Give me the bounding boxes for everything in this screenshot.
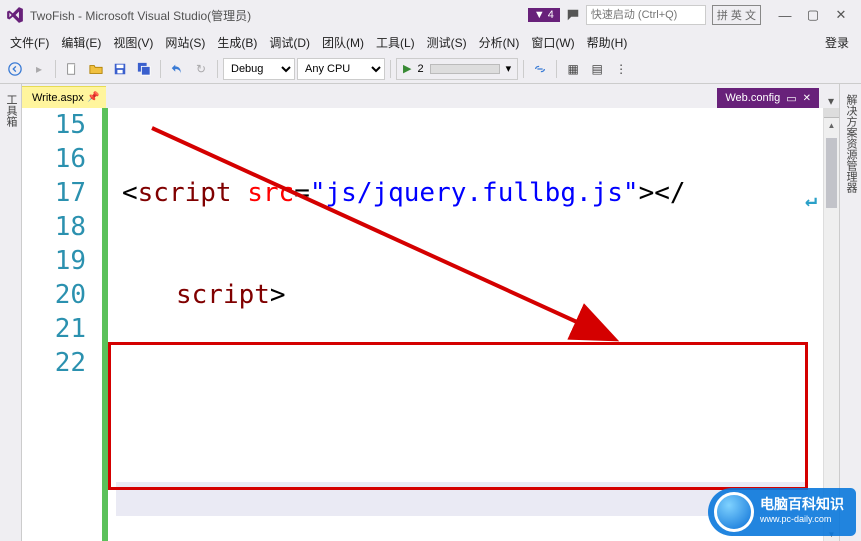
titlebar: TwoFish - Microsoft Visual Studio(管理员) ▼… — [0, 0, 861, 30]
menu-tools[interactable]: 工具(L) — [370, 31, 421, 54]
scroll-thumb[interactable] — [826, 138, 837, 208]
wrap-icon: ↵ — [805, 182, 817, 216]
workspace: 工具箱 Write.aspx 📌 Web.config ▭ ✕ ▾ 15 16 … — [0, 84, 861, 541]
quick-launch-input[interactable] — [586, 5, 706, 25]
solution-explorer-tab[interactable]: 解决方案资源管理器 — [841, 90, 861, 541]
menu-test[interactable]: 测试(S) — [421, 31, 473, 54]
notification-badge[interactable]: ▼4 — [528, 8, 560, 22]
close-button[interactable]: ✕ — [827, 4, 855, 26]
close-tab-icon[interactable]: ✕ — [803, 93, 811, 104]
watermark-title: 电脑百科知识 — [760, 496, 844, 512]
watermark-url: www.pc-daily.com — [760, 512, 844, 527]
menu-analyze[interactable]: 分析(N) — [473, 31, 526, 54]
menu-file[interactable]: 文件(F) — [4, 31, 55, 54]
menu-team[interactable]: 团队(M) — [316, 31, 370, 54]
menu-edit[interactable]: 编辑(E) — [55, 31, 107, 54]
nav-back-button[interactable] — [4, 58, 26, 80]
feedback-icon[interactable] — [566, 8, 580, 22]
new-file-button[interactable] — [61, 58, 83, 80]
toolbar: ▸ ↻ Debug Any CPU ▶2▾ ▦ ▤ ⋮ — [0, 54, 861, 84]
editor-area: Write.aspx 📌 Web.config ▭ ✕ ▾ 15 16 17 1… — [22, 84, 839, 541]
change-indicator — [102, 108, 108, 541]
tab-label: Write.aspx — [32, 92, 84, 104]
platform-select[interactable]: Any CPU — [297, 58, 385, 80]
menu-help[interactable]: 帮助(H) — [581, 31, 634, 54]
tb-extra-2[interactable]: ▤ — [586, 58, 608, 80]
tab-label: Web.config — [725, 92, 780, 104]
right-sidebar: 解决方案资源管理器 团队资源管理器 属性 — [839, 84, 861, 541]
start-debug-button[interactable]: ▶2▾ — [396, 58, 518, 80]
line-gutter: 15 16 17 18 19 20 21 22 — [22, 108, 102, 541]
undo-button[interactable] — [166, 58, 188, 80]
vs-logo-icon — [6, 6, 24, 24]
watermark: 电脑百科知识www.pc-daily.com — [708, 488, 856, 536]
save-button[interactable] — [109, 58, 131, 80]
tab-write-aspx[interactable]: Write.aspx 📌 — [22, 86, 106, 108]
window-title: TwoFish - Microsoft Visual Studio(管理员) — [30, 7, 251, 24]
vertical-scrollbar[interactable]: ▲ ▼ — [823, 108, 839, 541]
menu-view[interactable]: 视图(V) — [107, 31, 159, 54]
left-sidebar: 工具箱 — [0, 84, 22, 541]
tab-web-config[interactable]: Web.config ▭ ✕ — [717, 88, 819, 108]
code-content[interactable]: <script src="js/jquery.fullbg.js"></↵ sc… — [116, 108, 823, 541]
menubar: 文件(F) 编辑(E) 视图(V) 网站(S) 生成(B) 调试(D) 团队(M… — [0, 30, 861, 54]
tb-extra-3[interactable]: ⋮ — [610, 58, 632, 80]
menu-debug[interactable]: 调试(D) — [263, 31, 316, 54]
pin-icon[interactable]: 📌 — [87, 92, 99, 103]
browser-link-button[interactable] — [529, 58, 551, 80]
signin-button[interactable]: 登录 — [817, 31, 857, 54]
menu-website[interactable]: 网站(S) — [159, 31, 211, 54]
code-editor[interactable]: 15 16 17 18 19 20 21 22 <script src="js/… — [22, 108, 823, 541]
scroll-up-icon[interactable]: ▲ — [824, 118, 839, 132]
redo-button[interactable]: ↻ — [190, 58, 212, 80]
preview-icon: ▭ — [786, 92, 796, 105]
nav-forward-button[interactable]: ▸ — [28, 58, 50, 80]
watermark-logo-icon — [714, 492, 754, 532]
maximize-button[interactable]: ▢ — [799, 4, 827, 26]
tb-extra-1[interactable]: ▦ — [562, 58, 584, 80]
ime-indicator[interactable]: 拼 英 文 — [712, 5, 761, 25]
menu-window[interactable]: 窗口(W) — [525, 31, 580, 54]
config-select[interactable]: Debug — [223, 58, 295, 80]
tab-dropdown[interactable]: ▾ — [823, 94, 839, 108]
minimize-button[interactable]: — — [771, 4, 799, 26]
open-file-button[interactable] — [85, 58, 107, 80]
menu-build[interactable]: 生成(B) — [211, 31, 263, 54]
save-all-button[interactable] — [133, 58, 155, 80]
toolbox-tab[interactable]: 工具箱 — [1, 90, 21, 541]
split-handle[interactable] — [824, 108, 839, 118]
document-tabs: Write.aspx 📌 Web.config ▭ ✕ ▾ — [22, 84, 839, 108]
